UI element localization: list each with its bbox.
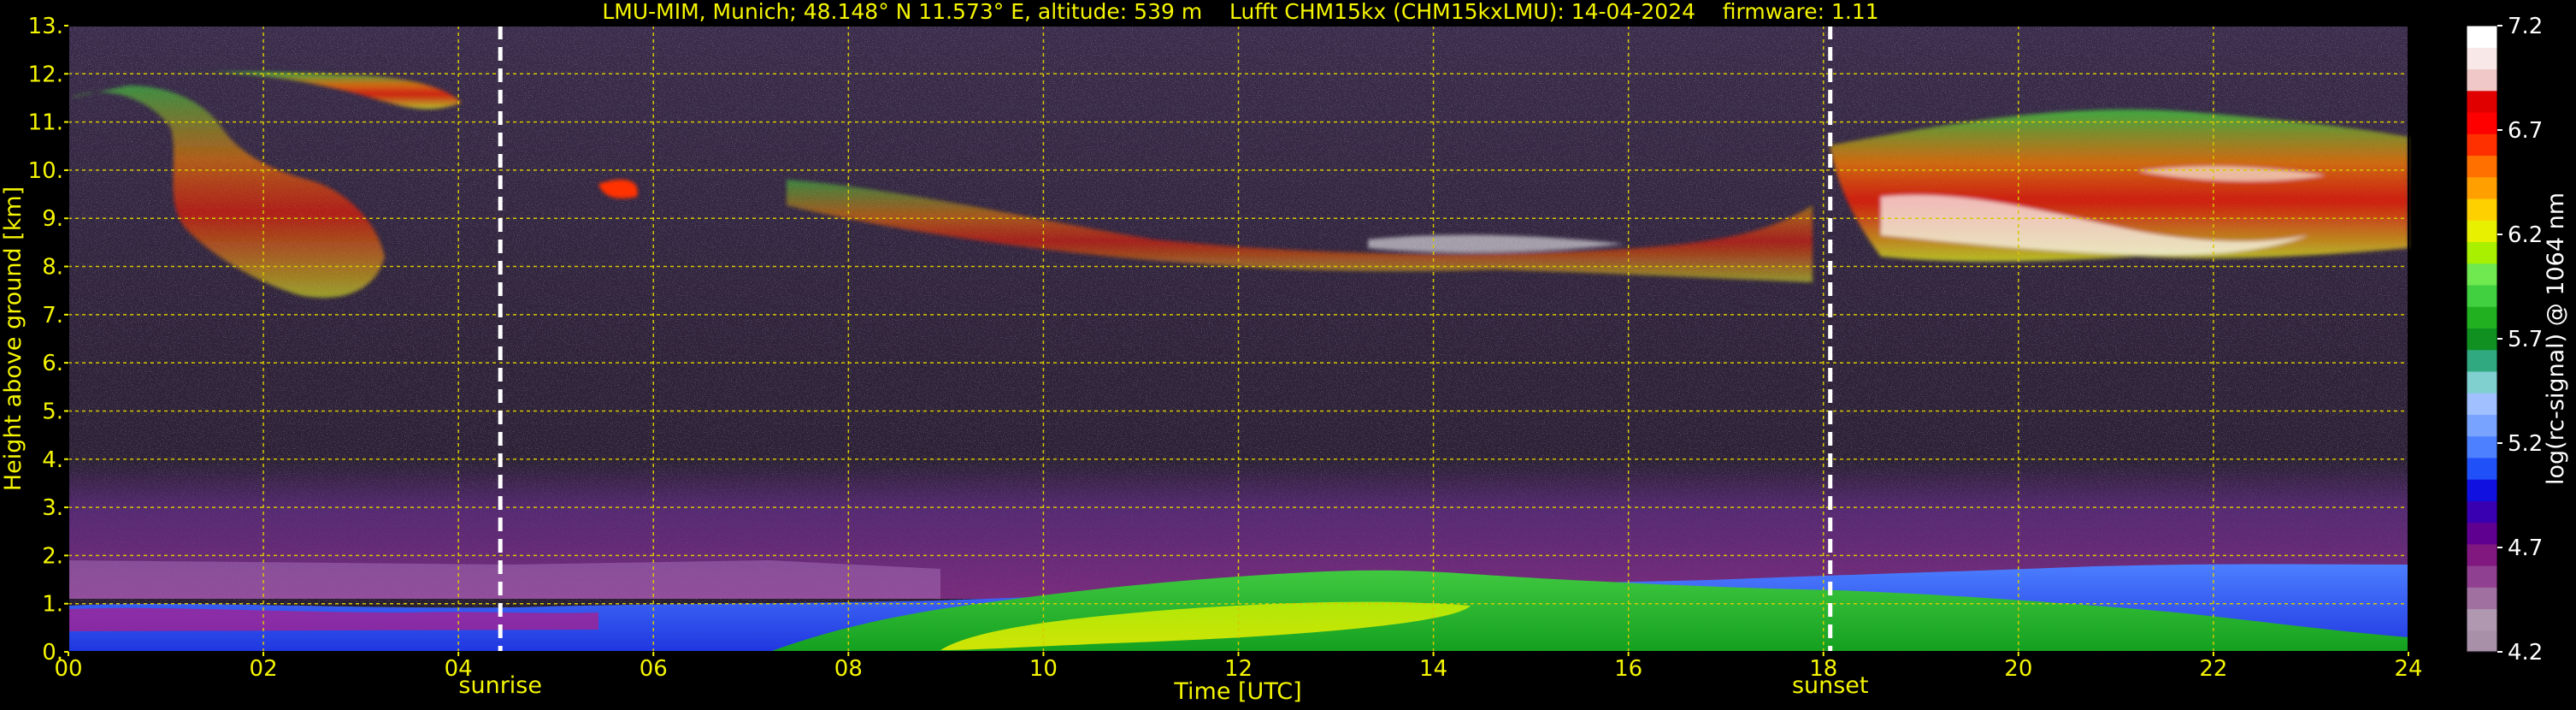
colorbar-tick-label: 4.2 xyxy=(2508,640,2543,666)
y-tick-label: 7. xyxy=(42,303,63,328)
colorbar-label: log(rc-signal) @ 1064 nm xyxy=(2543,192,2569,485)
colorbar-segment xyxy=(2467,328,2497,351)
colorbar-segment xyxy=(2467,68,2497,92)
colorbar-segment xyxy=(2467,565,2497,588)
y-tick-label: 10. xyxy=(28,158,63,184)
y-tick-labels: 0. 1. 2. 3. 4. 5. 6. 7. 8. 9. 10. 11. 12. 13. xyxy=(28,14,68,666)
colorbar-segment xyxy=(2467,479,2497,501)
colorbar-segment xyxy=(2467,263,2497,286)
colorbar-segment xyxy=(2467,393,2497,415)
y-tick-label: 0. xyxy=(42,640,63,666)
x-tick-label: 20 xyxy=(2004,656,2032,682)
colorbar-segment xyxy=(2467,176,2497,199)
x-tick-label: 10 xyxy=(1029,656,1058,682)
y-tick-label: 12. xyxy=(28,62,63,87)
colorbar-segment xyxy=(2467,500,2497,524)
colorbar-segment xyxy=(2467,26,2497,48)
colorbar-tick-label: 7.2 xyxy=(2508,14,2543,39)
colorbar-segment xyxy=(2467,522,2497,545)
x-tick-labels: 00 02 04 06 08 10 12 14 16 18 20 22 24 xyxy=(54,652,2423,682)
x-tick-label: 16 xyxy=(1614,656,1642,682)
y-tick-label: 11. xyxy=(28,110,63,136)
colorbar-tick-label: 6.7 xyxy=(2508,118,2543,144)
y-axis-label: Height above ground [km] xyxy=(0,186,27,491)
colorbar-segment xyxy=(2467,155,2497,178)
colorbar-segment xyxy=(2467,198,2497,221)
y-tick-label: 4. xyxy=(42,447,63,473)
y-tick-label: 1. xyxy=(42,592,63,618)
colorbar-segment xyxy=(2467,608,2497,631)
y-tick-label: 13. xyxy=(28,14,63,39)
colorbar-tick-label: 5.2 xyxy=(2508,431,2543,457)
plot-area xyxy=(68,26,2408,652)
colorbar-segment xyxy=(2467,587,2497,610)
colorbar-segment xyxy=(2467,284,2497,307)
x-tick-label: 24 xyxy=(2394,656,2422,682)
colorbar-segment xyxy=(2467,435,2497,459)
colorbar-segment xyxy=(2467,370,2497,393)
y-tick-label: 3. xyxy=(42,495,63,521)
colorbar-segment xyxy=(2467,306,2497,328)
y-tick-label: 6. xyxy=(42,351,63,376)
colorbar-segment xyxy=(2467,220,2497,243)
colorbar xyxy=(2466,25,2498,653)
colorbar-tick-label: 5.7 xyxy=(2508,327,2543,352)
x-tick-label: 08 xyxy=(834,656,863,682)
colorbar-segment xyxy=(2467,241,2497,264)
colorbar-segment xyxy=(2467,349,2497,372)
colorbar-tick-labels: 4.2 4.7 5.2 5.7 6.2 6.7 7.2 xyxy=(2497,14,2543,666)
y-tick-label: 9. xyxy=(42,206,63,232)
colorbar-segment xyxy=(2467,457,2497,480)
x-tick-label: 02 xyxy=(250,656,278,682)
colorbar-tick-label: 6.2 xyxy=(2508,222,2543,248)
x-tick-label: 14 xyxy=(1419,656,1447,682)
x-axis-label: Time [UTC] xyxy=(1173,678,1301,705)
x-tick-label: 22 xyxy=(2199,656,2227,682)
y-tick-label: 2. xyxy=(42,543,63,569)
x-tick-label: 06 xyxy=(640,656,668,682)
x-tick-label: 18 xyxy=(1809,656,1837,682)
colorbar-segment xyxy=(2467,111,2497,134)
colorbar-segment xyxy=(2467,414,2497,437)
colorbar-segment xyxy=(2467,543,2497,566)
chart-title: LMU-MIM, Munich; 48.148° N 11.573° E, al… xyxy=(602,0,1878,24)
y-tick-label: 5. xyxy=(42,399,63,424)
colorbar-segment xyxy=(2467,90,2497,113)
colorbar-segment xyxy=(2467,133,2497,157)
colorbar-segment xyxy=(2467,630,2497,653)
colorbar-tick-label: 4.7 xyxy=(2508,535,2543,561)
x-tick-label: 04 xyxy=(445,656,473,682)
residual-layer xyxy=(68,560,940,599)
ceilometer-figure: sunrise sunset 00 02 04 06 08 10 12 14 16 18 20 22 24… xyxy=(0,0,2576,707)
colorbar-segment xyxy=(2467,47,2497,70)
y-tick-label: 8. xyxy=(42,255,63,281)
